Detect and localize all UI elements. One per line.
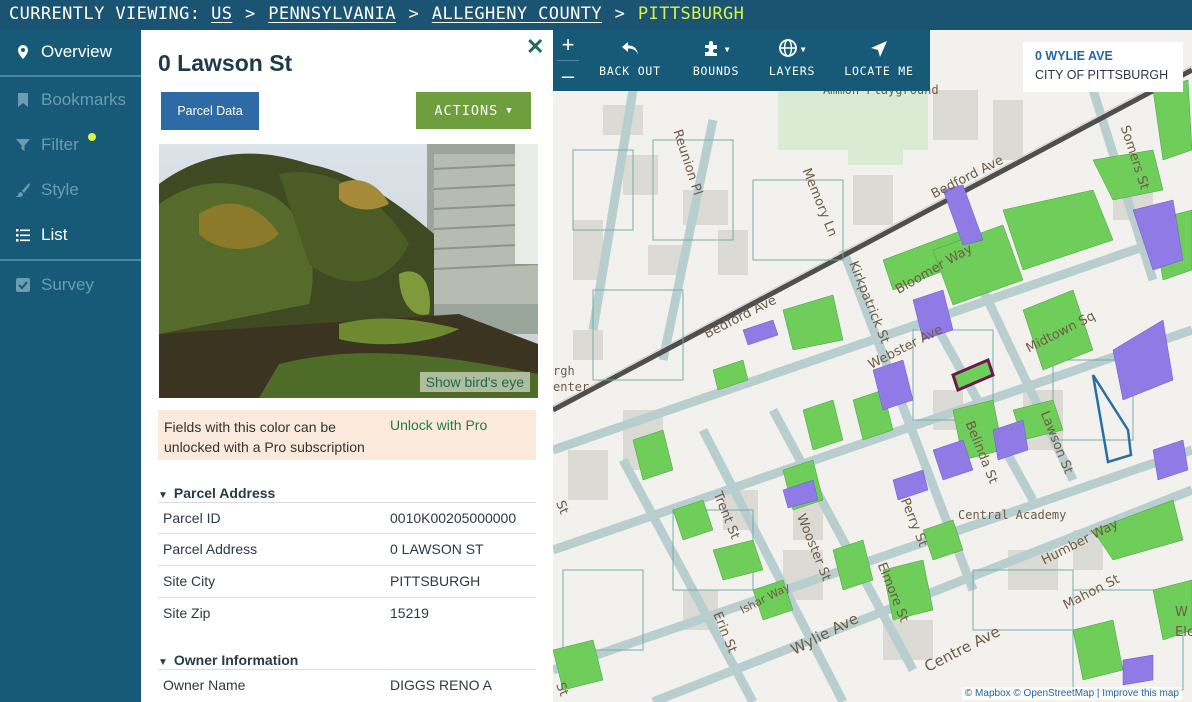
table-row: Parcel ID 0010K00205000000 — [158, 502, 536, 534]
map-toolbar: + – BACK OUT ▼ BOUNDS ▼ LAYERS LOCATE ME — [553, 30, 930, 91]
sidebar-item-style[interactable]: Style — [0, 168, 141, 212]
location-street: 0 WYLIE AVE — [1035, 49, 1113, 63]
triangle-down-icon: ▼ — [158, 657, 168, 668]
filter-badge-dot — [88, 133, 96, 141]
breadcrumb-separator: > — [408, 4, 420, 24]
bounds-button[interactable]: ▼ BOUNDS — [686, 36, 746, 86]
pro-notice: Fields with this color can be unlocked w… — [158, 410, 536, 460]
sidebar: Overview Bookmarks Filter Style List Sur… — [0, 30, 141, 702]
sidebar-item-survey[interactable]: Survey — [0, 263, 141, 307]
actions-label: ACTIONS — [434, 102, 499, 119]
bookmark-icon — [14, 91, 32, 109]
field-value: 15219 — [390, 605, 429, 621]
place-label: Ele — [1175, 625, 1192, 640]
location-info-box: 0 WYLIE AVE CITY OF PITTSBURGH — [1023, 42, 1183, 92]
sidebar-item-bookmarks[interactable]: Bookmarks — [0, 78, 141, 122]
field-value: DIGGS RENO A — [390, 677, 492, 693]
breadcrumb-separator: > — [614, 4, 626, 24]
breadcrumb-current: PITTSBURGH — [637, 4, 745, 24]
paintbrush-icon — [14, 181, 32, 199]
back-out-button[interactable]: BACK OUT — [596, 36, 664, 86]
unlock-pro-link[interactable]: Unlock with Pro — [390, 417, 487, 433]
place-label: enter — [553, 380, 590, 394]
location-city: CITY OF PITTSBURGH — [1035, 68, 1169, 82]
tool-label: LOCATE ME — [844, 64, 914, 78]
chevron-down-icon: ▼ — [800, 44, 807, 54]
sidebar-item-label: List — [41, 225, 68, 244]
sidebar-item-filter[interactable]: Filter — [0, 123, 141, 167]
page-title: 0 Lawson St — [158, 50, 293, 76]
sidebar-item-overview[interactable]: Overview — [0, 30, 141, 74]
table-row: Site City PITTSBURGH — [158, 565, 536, 597]
section-title: Parcel Address — [173, 485, 276, 501]
layers-button[interactable]: ▼ LAYERS — [762, 36, 822, 86]
close-icon[interactable]: ✕ — [526, 34, 544, 60]
sidebar-divider — [0, 75, 141, 77]
place-label: Central Academy — [958, 508, 1067, 522]
parcel-detail-panel: 0 Lawson St ✕ Parcel Data ACTIONS ▼ Show… — [141, 30, 553, 702]
map-pin-icon — [14, 43, 32, 61]
table-row: Parcel Address 0 LAWSON ST — [158, 533, 536, 565]
section-toggle-owner-information[interactable]: ▼ Owner Information — [158, 652, 298, 668]
undo-arrow-icon — [596, 36, 664, 62]
place-label: rgh — [553, 364, 575, 378]
sidebar-item-label: Filter — [41, 135, 79, 154]
field-value: PITTSBURGH — [390, 573, 481, 589]
tool-label: BOUNDS — [692, 64, 740, 78]
breadcrumb-allegheny-county[interactable]: ALLEGHENY COUNTY — [432, 4, 602, 24]
list-icon — [14, 226, 32, 244]
parcel-map[interactable]: Bedford Ave Bedford Ave Somers St Reunio… — [553, 30, 1192, 702]
sidebar-item-label: Style — [41, 180, 79, 199]
map-attribution[interactable]: © Mapbox © OpenStreetMap | Improve this … — [961, 687, 1182, 700]
tool-label: LAYERS — [768, 64, 816, 78]
show-birds-eye-link[interactable]: Show bird's eye — [419, 372, 530, 392]
filter-icon — [14, 136, 32, 154]
sidebar-item-label: Overview — [41, 42, 112, 61]
street-label: W — [1175, 605, 1188, 620]
locate-me-button[interactable]: LOCATE ME — [840, 36, 918, 86]
sidebar-item-label: Survey — [41, 275, 94, 294]
sidebar-divider — [0, 259, 141, 261]
sidebar-item-list[interactable]: List — [0, 213, 141, 257]
tool-label: BACK OUT — [599, 64, 661, 78]
parcel-data-button[interactable]: Parcel Data — [161, 92, 259, 130]
chevron-down-icon: ▼ — [506, 105, 513, 116]
pro-notice-text: Fields with this color can be unlocked w… — [164, 419, 365, 455]
field-label: Parcel ID — [163, 510, 221, 526]
sidebar-item-label: Bookmarks — [41, 90, 127, 109]
puzzle-icon — [702, 38, 722, 61]
checkbox-icon — [14, 276, 32, 294]
section-title: Owner Information — [173, 652, 299, 668]
field-value: 0010K00205000000 — [390, 510, 517, 526]
breadcrumb: CURRENTLY VIEWING: US > PENNSYLVANIA > A… — [0, 0, 1192, 30]
globe-icon — [778, 38, 798, 61]
field-value: 0 LAWSON ST — [390, 541, 484, 557]
breadcrumb-us[interactable]: US — [211, 4, 232, 24]
breadcrumb-separator: > — [245, 4, 256, 24]
table-row: Site Zip 15219 — [158, 597, 536, 629]
breadcrumb-prefix: CURRENTLY VIEWING: — [9, 4, 201, 24]
table-row: Owner Name DIGGS RENO A — [158, 669, 536, 701]
actions-dropdown-button[interactable]: ACTIONS ▼ — [416, 92, 531, 129]
zoom-in-button[interactable]: + — [553, 30, 583, 60]
section-toggle-parcel-address[interactable]: ▼ Parcel Address — [158, 485, 275, 501]
breadcrumb-pennsylvania[interactable]: PENNSYLVANIA — [268, 4, 396, 24]
triangle-down-icon: ▼ — [158, 490, 168, 501]
street-view-photo: Show bird's eye — [159, 144, 538, 398]
zoom-out-button[interactable]: – — [553, 61, 583, 91]
field-label: Parcel Address — [163, 541, 258, 557]
location-arrow-icon — [840, 36, 918, 62]
field-label: Site City — [163, 573, 216, 589]
field-label: Site Zip — [163, 605, 211, 621]
chevron-down-icon: ▼ — [724, 44, 731, 54]
field-label: Owner Name — [163, 677, 246, 693]
